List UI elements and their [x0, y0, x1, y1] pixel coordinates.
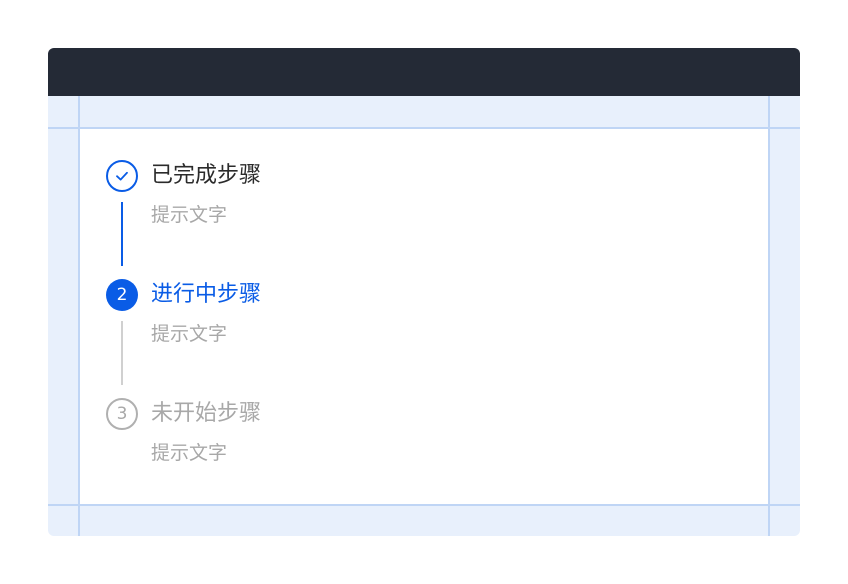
step-2-title: 进行中步骤 — [151, 282, 262, 307]
component-preview-frame: 已完成步骤 提示文字 2 进行中步骤 提示文字 3 未开始步骤 提示文字 — [48, 48, 800, 536]
step-3-description: 提示文字 — [151, 442, 228, 464]
window-titlebar — [48, 48, 800, 96]
step-1-title: 已完成步骤 — [151, 163, 262, 188]
layout-guide-right — [768, 96, 770, 536]
step-2-number: 2 — [106, 279, 138, 311]
step-1-description: 提示文字 — [151, 204, 228, 226]
check-icon — [116, 171, 128, 181]
steps-container: 已完成步骤 提示文字 2 进行中步骤 提示文字 3 未开始步骤 提示文字 — [80, 129, 768, 504]
step-1-connector — [121, 202, 123, 266]
step-2-connector — [121, 321, 123, 385]
step-1-status — [106, 160, 138, 192]
step-3-number: 3 — [106, 398, 138, 430]
layout-guide-bottom — [48, 504, 800, 506]
step-3-title: 未开始步骤 — [151, 401, 262, 426]
step-2-description: 提示文字 — [151, 323, 228, 345]
